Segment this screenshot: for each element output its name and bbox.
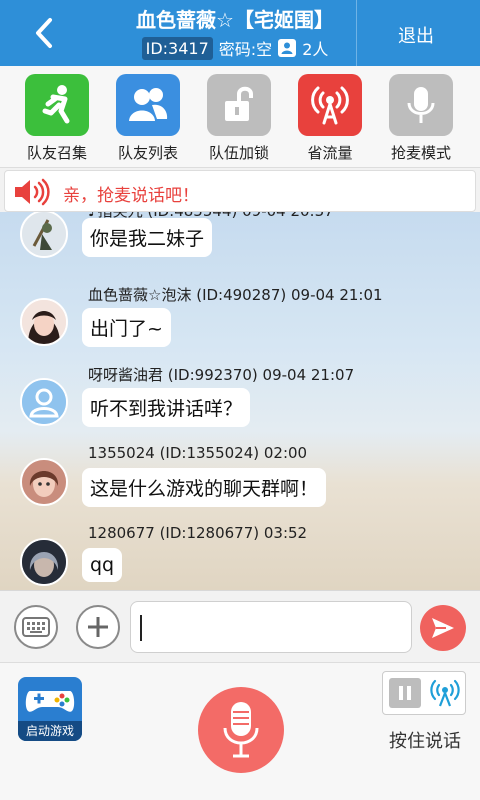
speaker-icon: [13, 178, 53, 210]
back-arrow-icon[interactable]: [28, 16, 62, 50]
chat-area[interactable]: ♪指尖九 (ID:485544) 09-04 20:37 你是我二妹子 血色蔷薇…: [0, 212, 480, 590]
launch-game-button[interactable]: 启动游戏: [18, 677, 82, 741]
avatar[interactable]: [20, 212, 68, 258]
unlock-icon: [207, 74, 271, 136]
message-input[interactable]: [130, 601, 412, 653]
text-caret: [140, 615, 142, 641]
logout-button[interactable]: 退出: [360, 22, 472, 48]
message-meta: 呀呀酱油君 (ID:992370) 09-04 21:07: [88, 366, 355, 384]
notice-text: 亲，抢麦说话吧！: [63, 186, 199, 206]
gamepad-icon: [25, 691, 75, 712]
room-title: 血色蔷薇☆【宅姬围】: [136, 8, 334, 32]
tool-label: 抢麦模式: [390, 144, 451, 162]
room-info: ID:3417 密码:空 2人: [90, 36, 380, 60]
tool-label: 队伍加锁: [208, 144, 269, 162]
broadcast-icon[interactable]: [429, 678, 461, 712]
input-bar: [0, 590, 480, 662]
send-button[interactable]: [420, 605, 466, 651]
room-password: 密码:空: [218, 40, 273, 59]
tool-label: 省流量: [307, 144, 353, 162]
tool-label: 队友列表: [117, 144, 178, 162]
message-bubble: qq: [82, 548, 123, 582]
push-to-talk-label: 按住说话: [389, 731, 461, 752]
member-count: 2人: [302, 40, 329, 59]
avatar[interactable]: [20, 458, 68, 506]
microphone-icon: [223, 702, 259, 758]
talk-mode-toggle[interactable]: [382, 671, 466, 715]
launch-game-label: 启动游戏: [18, 721, 82, 741]
lock-team-button[interactable]: 队伍加锁: [199, 74, 279, 163]
grab-mic-mode-button[interactable]: 抢麦模式: [381, 74, 461, 163]
teammate-list-button[interactable]: 队友列表: [108, 74, 188, 163]
message-bubble: 听不到我讲话咩？: [82, 388, 251, 427]
header-bar: 血色蔷薇☆【宅姬围】 ID:3417 密码:空 2人 退出: [0, 0, 480, 66]
send-icon: [432, 618, 454, 638]
broadcast-tower-icon: [298, 74, 362, 136]
message-bubble: 这是什么游戏的聊天群啊！: [82, 468, 327, 507]
message-meta: 血色蔷薇☆泡沫 (ID:490287) 09-04 21:01: [88, 286, 383, 304]
message-bubble: 你是我二妹子: [82, 218, 213, 257]
microphone-icon: [389, 74, 453, 136]
notice-bar: 亲，抢麦说话吧！: [4, 170, 476, 212]
avatar[interactable]: [20, 538, 68, 586]
message-meta: 1355024 (ID:1355024) 02:00: [88, 444, 308, 462]
running-person-icon: [25, 74, 89, 136]
recruit-teammates-button[interactable]: 队友召集: [17, 74, 97, 163]
function-toolbar: 队友召集 队友列表 队伍加锁 省流量 抢麦模式: [0, 66, 480, 168]
message-bubble: 出门了~: [82, 308, 171, 347]
save-data-button[interactable]: 省流量: [290, 74, 370, 163]
avatar[interactable]: [20, 298, 68, 346]
group-icon: [116, 74, 180, 136]
tool-label: 队友召集: [26, 144, 87, 162]
pause-icon[interactable]: [389, 678, 421, 708]
push-to-talk-button[interactable]: [198, 687, 284, 773]
header-divider: [356, 0, 357, 66]
person-icon: [278, 39, 297, 57]
keyboard-icon[interactable]: [14, 605, 58, 649]
bottom-panel: 启动游戏 按住说话: [0, 662, 480, 800]
default-avatar-icon[interactable]: [20, 378, 68, 426]
room-id-badge: ID:3417: [141, 36, 213, 60]
plus-icon[interactable]: [76, 605, 120, 649]
message-meta: 1280677 (ID:1280677) 03:52: [88, 524, 308, 542]
